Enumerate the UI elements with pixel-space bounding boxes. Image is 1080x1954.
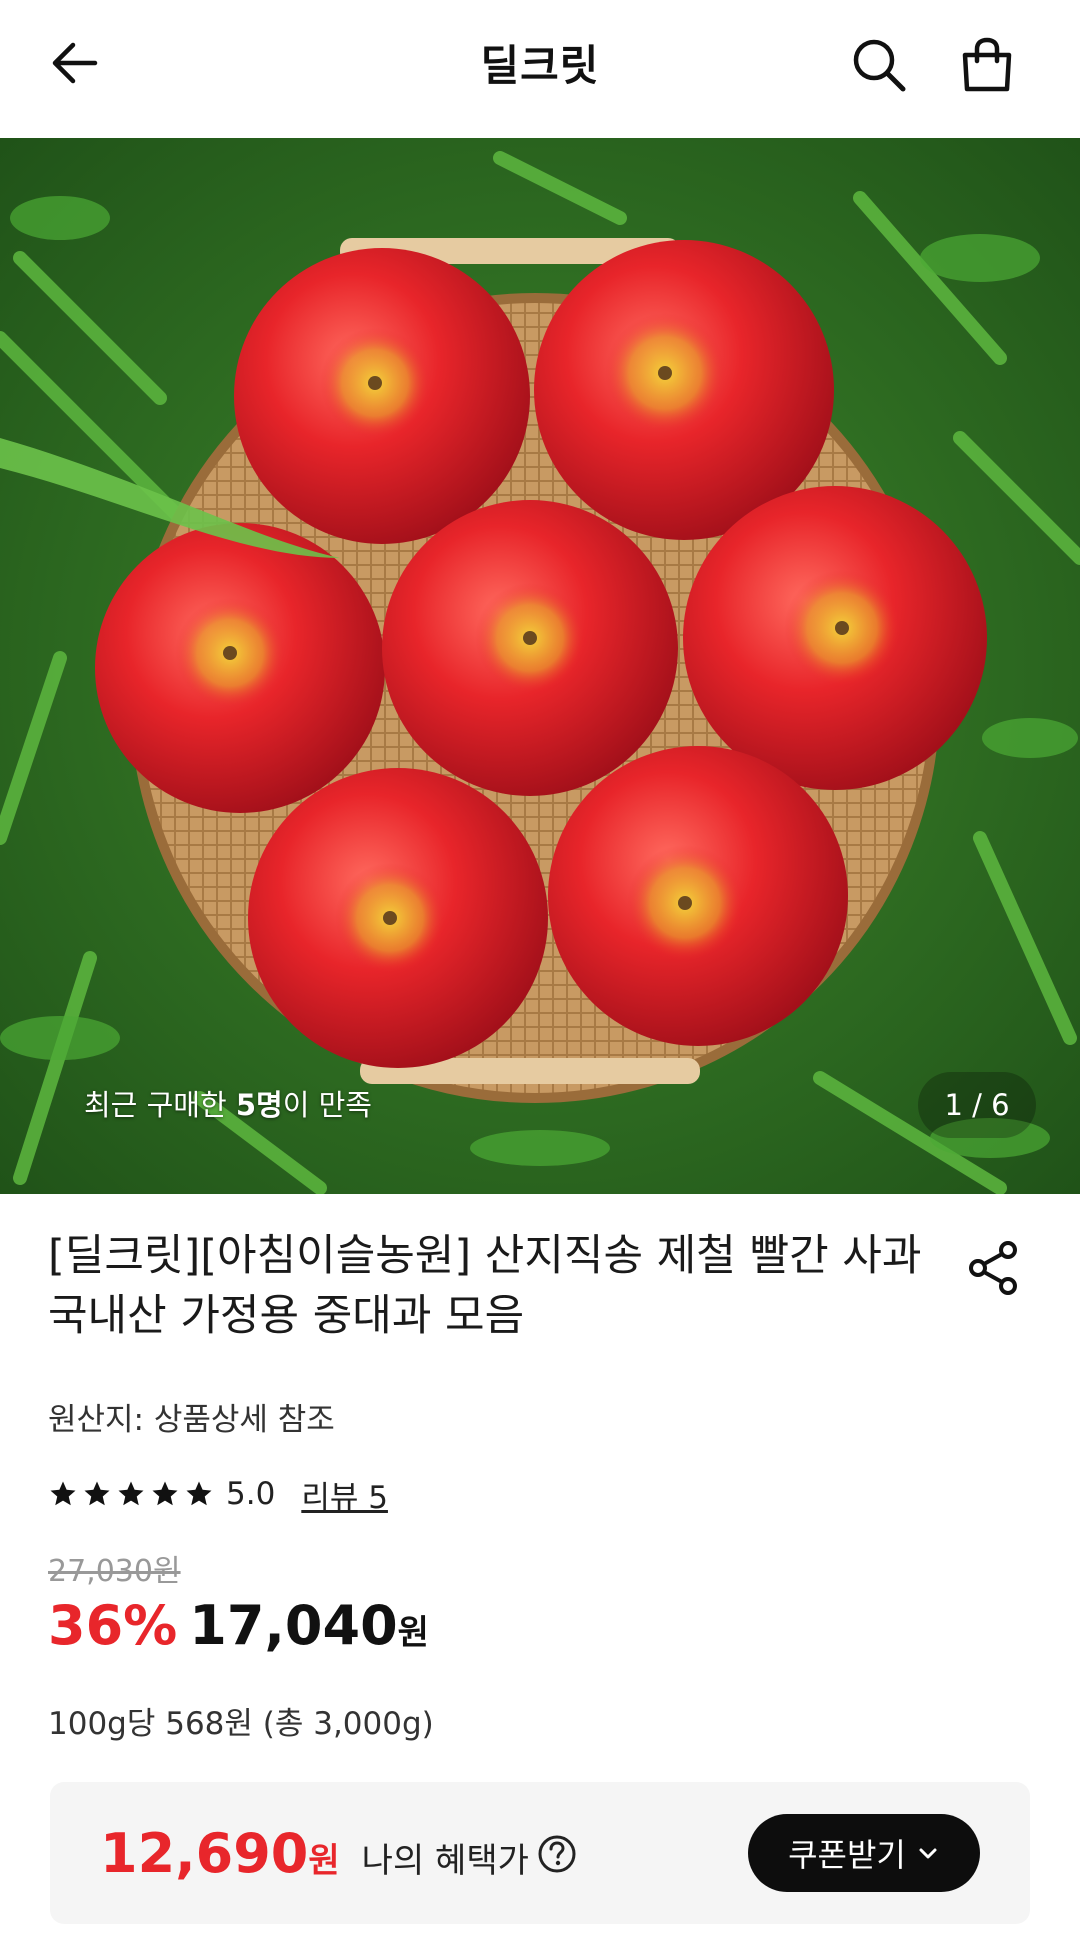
star-icon bbox=[152, 1481, 178, 1506]
sale-price: 17,040 bbox=[189, 1594, 398, 1657]
rating-value: 5.0 bbox=[226, 1476, 276, 1512]
get-coupon-button[interactable]: 쿠폰받기 bbox=[748, 1814, 980, 1892]
star-icon bbox=[84, 1481, 110, 1506]
benefit-label: 나의 혜택가 bbox=[361, 1841, 529, 1881]
star-icon bbox=[186, 1481, 212, 1506]
image-counter: 1 / 6 bbox=[918, 1072, 1036, 1138]
top-app-bar: 딜크릿 bbox=[0, 0, 1080, 138]
cart-button[interactable] bbox=[948, 26, 1026, 104]
shopping-bag-icon bbox=[962, 37, 1012, 92]
star-icon bbox=[50, 1481, 76, 1506]
sale-price-unit: 원 bbox=[397, 1613, 429, 1653]
chevron-down-icon bbox=[919, 1848, 937, 1859]
price-row: 36% 17,040 원 bbox=[48, 1594, 429, 1664]
origin-info: 원산지: 상품상세 참조 bbox=[48, 1402, 335, 1438]
search-button[interactable] bbox=[840, 26, 918, 104]
benefit-price-group: 12,690 원 나의 혜택가 bbox=[100, 1822, 577, 1885]
product-image-carousel[interactable] bbox=[0, 138, 1080, 1194]
back-button[interactable] bbox=[40, 28, 110, 98]
caption-suffix: 이 만족 bbox=[282, 1088, 372, 1122]
unit-price-info: 100g당 568원 (총 3,000g) bbox=[48, 1706, 434, 1742]
benefit-price-unit: 원 bbox=[308, 1841, 340, 1881]
benefit-price-box: 12,690 원 나의 혜택가 쿠폰받기 bbox=[50, 1782, 1030, 1924]
help-button[interactable] bbox=[537, 1834, 577, 1874]
star-icon bbox=[118, 1481, 144, 1506]
review-link[interactable]: 리뷰 5 bbox=[301, 1472, 388, 1517]
product-photo-apples bbox=[0, 138, 1080, 1194]
caption-count: 5명 bbox=[235, 1088, 283, 1122]
rating-row: 5.0 리뷰 5 bbox=[48, 1472, 388, 1516]
page-title: 딜크릿 bbox=[480, 41, 600, 90]
arrow-left-icon bbox=[52, 42, 98, 84]
benefit-price: 12,690 bbox=[100, 1822, 309, 1885]
rating-stars bbox=[48, 1479, 214, 1509]
product-title: [딜크릿][아침이슬농원] 산지직송 제철 빨간 사과 국내산 가정용 중대과 … bbox=[48, 1231, 922, 1341]
coupon-button-label: 쿠폰받기 bbox=[788, 1836, 906, 1874]
discount-rate: 36% bbox=[48, 1594, 178, 1657]
share-button[interactable] bbox=[962, 1236, 1026, 1300]
original-price: 27,030원 bbox=[48, 1554, 181, 1589]
question-circle-icon bbox=[538, 1835, 576, 1872]
satisfaction-caption: 최근 구매한 5명이 만족 bbox=[84, 1082, 372, 1124]
search-icon bbox=[853, 39, 906, 92]
share-icon bbox=[969, 1241, 1017, 1295]
caption-prefix: 최근 구매한 bbox=[84, 1088, 236, 1122]
